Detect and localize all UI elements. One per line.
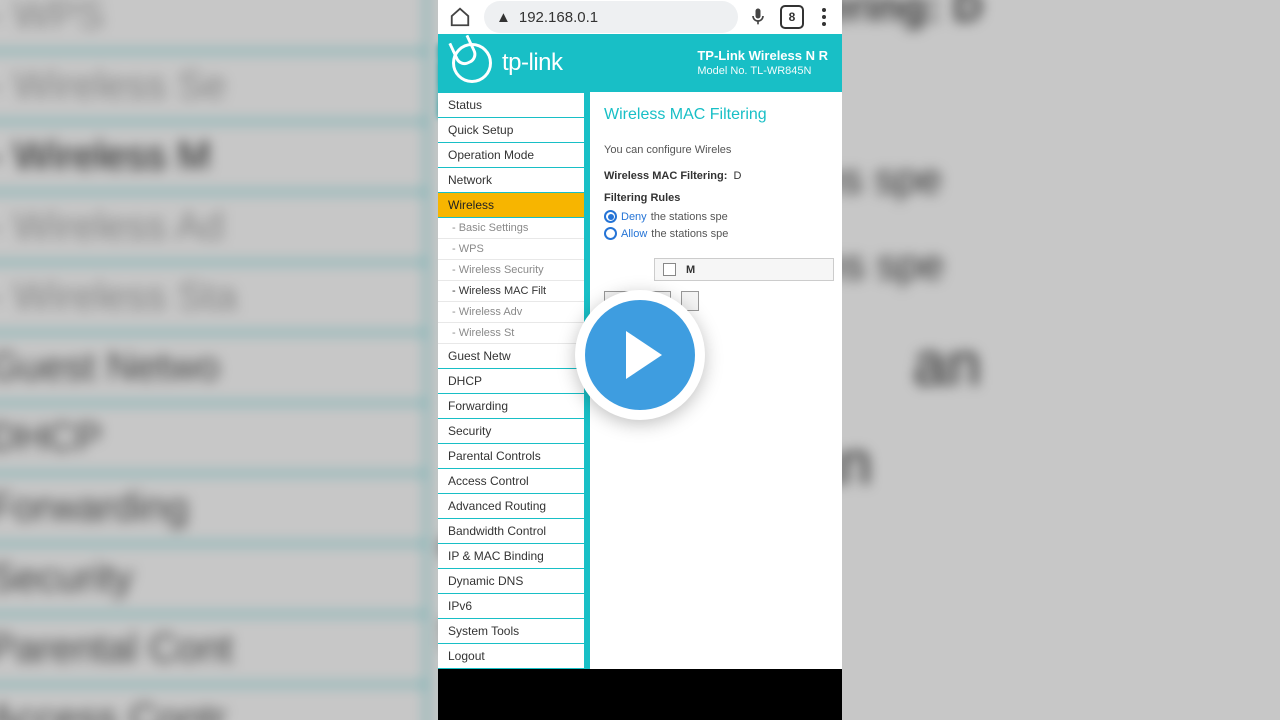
router-title: TP-Link Wireless N R Model No. TL-WR845N — [697, 48, 828, 79]
router-model: Model No. TL-WR845N — [697, 64, 828, 78]
deny-text: the stations spe — [651, 211, 728, 223]
sidebar-sub-security[interactable]: - Wireless Security — [438, 260, 584, 281]
sidebar-item-wireless[interactable]: Wireless — [438, 193, 584, 218]
router-title-line1: TP-Link Wireless N R — [697, 48, 828, 65]
filtering-status-label: Wireless MAC Filtering: D — [604, 170, 834, 182]
insecure-icon: ▲ — [496, 9, 511, 26]
sidebar-item-guest-network[interactable]: Guest Netw — [438, 344, 584, 369]
browser-address-bar: ▲ 192.168.0.1 8 — [438, 0, 842, 34]
sidebar-item-quick-setup[interactable]: Quick Setup — [438, 118, 584, 143]
bg-item: Security — [0, 545, 426, 615]
page-description: You can configure Wireles — [604, 144, 834, 156]
sidebar-item-access-control[interactable]: Access Control — [438, 469, 584, 494]
bg-item: - WPS — [0, 0, 426, 52]
sidebar-sub-basic[interactable]: - Basic Settings — [438, 218, 584, 239]
sidebar-sub-mac-filtering[interactable]: - Wireless MAC Filt — [438, 281, 584, 302]
deny-label: Deny — [621, 211, 647, 223]
sidebar-sub-wps[interactable]: - WPS — [438, 239, 584, 260]
sidebar-item-ip-mac-binding[interactable]: IP & MAC Binding — [438, 544, 584, 569]
sidebar-item-operation-mode[interactable]: Operation Mode — [438, 143, 584, 168]
sidebar-item-network[interactable]: Network — [438, 168, 584, 193]
sidebar-item-logout[interactable]: Logout — [438, 644, 584, 669]
bg-item: - Wireless Ad — [0, 193, 426, 263]
home-icon[interactable] — [446, 3, 474, 31]
mac-col-header: M — [686, 264, 695, 276]
brand-name: tp-link — [502, 49, 563, 77]
page-title: Wireless MAC Filtering — [604, 106, 834, 124]
tplink-logo-icon — [452, 43, 492, 83]
bg-item: - Wireless Sta — [0, 263, 426, 333]
mic-icon[interactable] — [748, 6, 770, 28]
sidebar-item-bandwidth[interactable]: Bandwidth Control — [438, 519, 584, 544]
sidebar-sub-advanced[interactable]: - Wireless Adv — [438, 302, 584, 323]
bg-item: Parental Cont — [0, 615, 426, 685]
sidebar-item-status[interactable]: Status — [438, 92, 584, 118]
bg-item: DHCP — [0, 404, 426, 474]
radio-on-icon — [604, 210, 617, 223]
sidebar-item-forwarding[interactable]: Forwarding — [438, 394, 584, 419]
menu-icon[interactable] — [814, 8, 834, 26]
bg-an: an — [913, 330, 981, 400]
sidebar-item-security[interactable]: Security — [438, 419, 584, 444]
play-inner — [585, 300, 695, 410]
sidebar-item-advanced-routing[interactable]: Advanced Routing — [438, 494, 584, 519]
sidebar-item-parental[interactable]: Parental Controls — [438, 444, 584, 469]
tab-count-button[interactable]: 8 — [780, 5, 804, 29]
bg-left-sidebar: - WPS - Wireless Se - Wireless M - Wirel… — [0, 0, 428, 720]
bg-item: - Wireless Se — [0, 52, 426, 122]
url-field[interactable]: ▲ 192.168.0.1 — [484, 1, 738, 33]
mac-table-header: M — [654, 258, 834, 281]
allow-label: Allow — [621, 228, 647, 240]
select-all-checkbox[interactable] — [663, 263, 676, 276]
allow-text: the stations spe — [651, 228, 728, 240]
radio-deny-row[interactable]: Deny the stations spe — [604, 210, 834, 223]
radio-allow-row[interactable]: Allow the stations spe — [604, 227, 834, 240]
letterbox-bottom — [438, 669, 842, 720]
sidebar-item-dynamic-dns[interactable]: Dynamic DNS — [438, 569, 584, 594]
bg-item: Forwarding — [0, 474, 426, 544]
bg-item: Access Contr — [0, 686, 426, 720]
sidebar-nav: Status Quick Setup Operation Mode Networ… — [438, 92, 584, 669]
url-text: 192.168.0.1 — [519, 9, 598, 26]
router-header: tp-link TP-Link Wireless N R Model No. T… — [438, 34, 842, 92]
sidebar-item-ipv6[interactable]: IPv6 — [438, 594, 584, 619]
sidebar-sub-statistics[interactable]: - Wireless St — [438, 323, 584, 344]
bg-item: - Wireless M — [0, 123, 426, 193]
sidebar-item-dhcp[interactable]: DHCP — [438, 369, 584, 394]
filtering-rules-label: Filtering Rules — [604, 192, 834, 204]
radio-off-icon — [604, 227, 617, 240]
play-icon — [626, 331, 662, 379]
sidebar-item-system-tools[interactable]: System Tools — [438, 619, 584, 644]
play-button[interactable] — [575, 290, 705, 420]
bg-item: Guest Netwo — [0, 334, 426, 404]
